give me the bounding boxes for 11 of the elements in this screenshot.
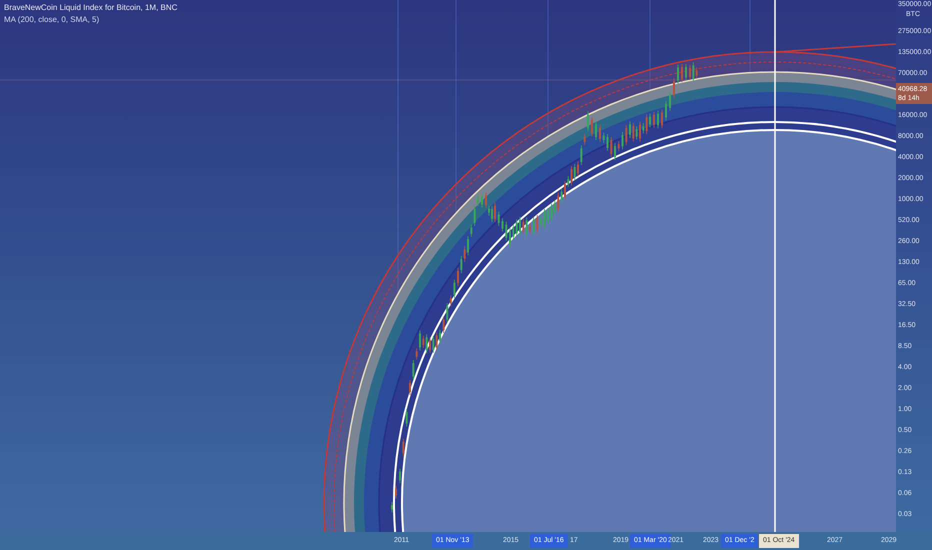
candle bbox=[406, 408, 408, 427]
candle bbox=[402, 438, 404, 457]
candle bbox=[498, 211, 500, 226]
candle bbox=[602, 132, 605, 144]
candle bbox=[505, 221, 508, 242]
chart-title: BraveNewCoin Liquid Index for Bitcoin, 1M, BNC bbox=[4, 2, 178, 14]
candle bbox=[610, 136, 612, 158]
candle bbox=[625, 124, 628, 146]
candle bbox=[618, 140, 620, 152]
indicator-legend: MA (200, close, 0, SMA, 5) bbox=[4, 14, 178, 26]
chart-pane[interactable]: BraveNewCoin Liquid Index for Bitcoin, 1M, BNC MA (200, close, 0, SMA, 5) bbox=[0, 0, 896, 532]
